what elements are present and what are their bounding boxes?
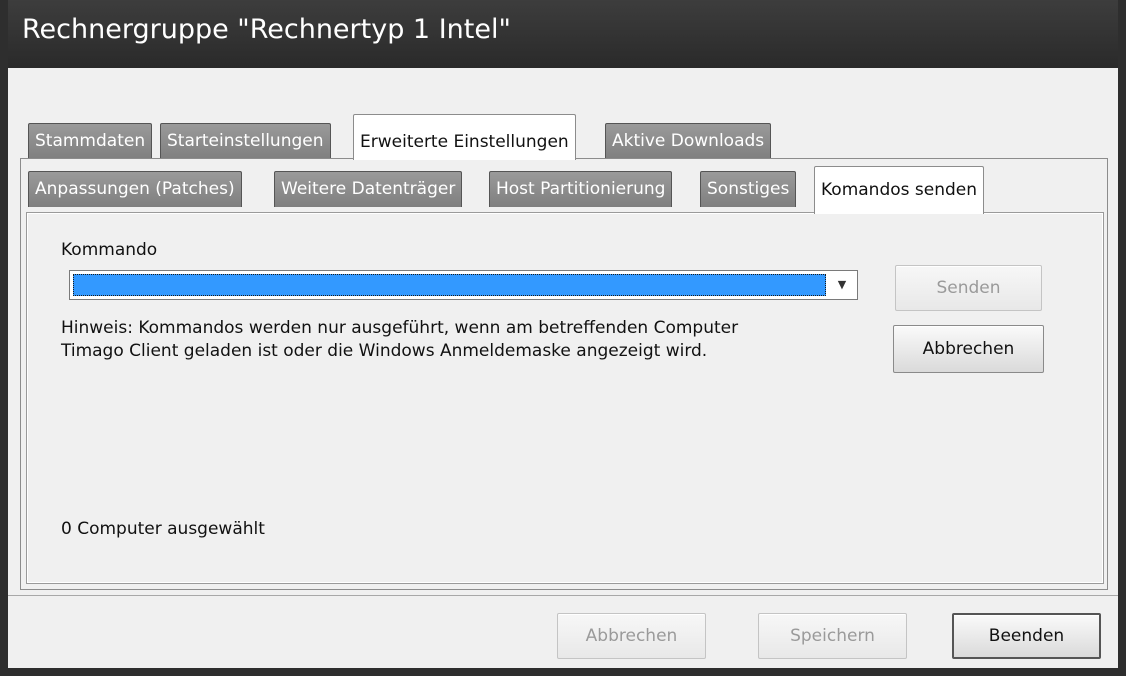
hint-text-line-1: Hinweis: Kommandos werden nur ausgeführt… xyxy=(61,318,739,338)
window-title: Rechnergruppe "Rechnertyp 1 Intel" xyxy=(8,0,1118,68)
tab-anpassungen-patches[interactable]: Anpassungen (Patches) xyxy=(28,171,242,207)
tab-starteinstellungen[interactable]: Starteinstellungen xyxy=(160,123,331,159)
tab-stammdaten[interactable]: Stammdaten xyxy=(28,123,153,159)
command-combobox[interactable]: ▼ xyxy=(69,270,858,300)
command-label: Kommando xyxy=(61,240,158,260)
tab-komandos-senden[interactable]: Komandos senden xyxy=(814,166,985,214)
command-combobox-value[interactable] xyxy=(73,274,826,296)
hint-text-line-2: Timago Client geladen ist oder die Windo… xyxy=(61,341,708,361)
tab-aktive-downloads[interactable]: Aktive Downloads xyxy=(605,123,772,159)
save-button[interactable]: Speichern xyxy=(758,613,907,659)
chevron-down-icon[interactable]: ▼ xyxy=(827,271,857,299)
send-button[interactable]: Senden xyxy=(895,265,1042,311)
tab-erweiterte-einstellungen[interactable]: Erweiterte Einstellungen xyxy=(353,114,576,160)
cancel-button[interactable]: Abbrechen xyxy=(557,613,706,659)
selection-status: 0 Computer ausgewählt xyxy=(61,519,265,539)
cancel-command-button[interactable]: Abbrechen xyxy=(893,325,1044,373)
close-button[interactable]: Beenden xyxy=(952,613,1101,659)
tab-host-partitionierung[interactable]: Host Partitionierung xyxy=(489,171,673,207)
dialog-window: Rechnergruppe "Rechnertyp 1 Intel" Stamm… xyxy=(0,0,1126,676)
footer-divider xyxy=(8,595,1118,596)
tab-sonstiges[interactable]: Sonstiges xyxy=(700,171,797,207)
tab-weitere-datentraeger[interactable]: Weitere Datenträger xyxy=(274,171,463,207)
